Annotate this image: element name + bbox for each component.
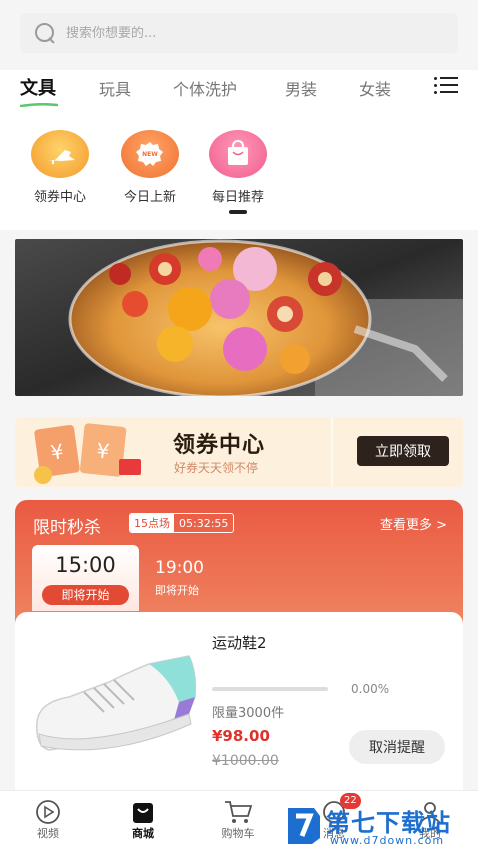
claim-coupon-button[interactable]: 立即领取	[357, 436, 449, 466]
new-badge-icon: NEW	[121, 130, 179, 178]
slot-time: 15:00	[55, 553, 116, 577]
time-slot-active[interactable]: 15:00 即将开始	[32, 545, 139, 611]
shoe-icon	[31, 130, 89, 178]
quick-entry-row: 领券中心 NEW 今日上新 每日推荐	[0, 110, 478, 230]
coupon-title: 领券中心	[173, 433, 266, 458]
entry-label: 每日推荐	[211, 190, 264, 205]
coupon-banner[interactable]: ¥ ¥ 领券中心 好券天天领不停 立即领取	[15, 417, 463, 487]
promo-banner[interactable]	[15, 239, 463, 396]
original-price: ¥1000.00	[212, 753, 279, 769]
flash-sale-section: 限时秒杀 15点场 05:32:55 查看更多 > 15:00 即将开始 19:…	[15, 500, 463, 800]
search-input[interactable]	[66, 25, 426, 41]
site-watermark: 第七下载站 www.d7down.com	[284, 800, 474, 848]
tab-personal-care[interactable]: 个体洗护	[173, 76, 237, 100]
time-slot[interactable]: 19:00 即将开始	[155, 558, 204, 598]
sales-progress-bar	[212, 687, 328, 691]
product-card[interactable]: 运动鞋2 0.00% 限量3000件 ¥98.00 ¥1000.00 取消提醒	[15, 612, 463, 800]
coupon-divider	[331, 417, 333, 487]
nav-shop[interactable]: 商城	[103, 799, 183, 841]
nav-video[interactable]: 视频	[8, 799, 88, 841]
sales-progress-text: 0.00%	[351, 682, 390, 696]
tab-menswear[interactable]: 男装	[285, 76, 317, 100]
product-name: 运动鞋2	[212, 634, 267, 652]
watermark-logo-icon	[288, 808, 320, 844]
slot-status: 即将开始	[42, 585, 129, 605]
product-image	[36, 655, 197, 751]
tab-stationery[interactable]: 文具	[20, 74, 56, 100]
search-bar[interactable]	[20, 13, 458, 53]
slot-time: 19:00	[155, 558, 204, 578]
category-tabs: 文具 玩具 个体洗护 男装 女装	[0, 70, 478, 110]
entry-new-today[interactable]: NEW 今日上新	[110, 130, 190, 205]
shop-bag-icon	[103, 799, 183, 825]
page-indicator	[229, 210, 247, 214]
tab-womenswear[interactable]: 女装	[359, 76, 391, 100]
menu-list-icon[interactable]	[434, 76, 458, 96]
nav-cart[interactable]: 购物车	[198, 799, 278, 841]
session-label: 15点场	[130, 514, 174, 532]
video-play-icon	[8, 799, 88, 825]
slot-status: 即将开始	[155, 584, 199, 597]
entry-label: 领券中心	[33, 190, 86, 205]
watermark-url: www.d7down.com	[330, 834, 445, 847]
shopping-bag-icon	[209, 130, 267, 178]
entry-coupon-center[interactable]: 领券中心	[20, 130, 100, 205]
search-icon	[34, 22, 56, 44]
tab-toys[interactable]: 玩具	[99, 76, 131, 100]
entry-daily-recommend[interactable]: 每日推荐	[198, 130, 278, 205]
stock-limit: 限量3000件	[212, 706, 285, 721]
nav-label: 视频	[37, 827, 59, 840]
svg-text:NEW: NEW	[142, 151, 158, 158]
cancel-reminder-button[interactable]: 取消提醒	[349, 730, 445, 764]
sale-price: ¥98.00	[212, 727, 270, 745]
nav-label: 商城	[132, 827, 154, 840]
coupon-ticket-icon: ¥ ¥	[34, 423, 141, 484]
tab-active-indicator	[20, 103, 58, 107]
coupon-subtitle: 好券天天领不停	[174, 461, 259, 475]
view-more-link[interactable]: 查看更多 >	[380, 514, 447, 533]
svg-text:¥: ¥	[95, 438, 110, 463]
nav-label: 购物车	[221, 827, 255, 840]
flash-sale-title: 限时秒杀	[33, 518, 101, 538]
entry-label: 今日上新	[123, 190, 176, 205]
cart-icon	[198, 799, 278, 825]
countdown-timer: 05:32:55	[179, 517, 229, 530]
session-countdown: 15点场 05:32:55	[129, 513, 235, 533]
watermark-title: 第七下载站	[326, 809, 451, 837]
